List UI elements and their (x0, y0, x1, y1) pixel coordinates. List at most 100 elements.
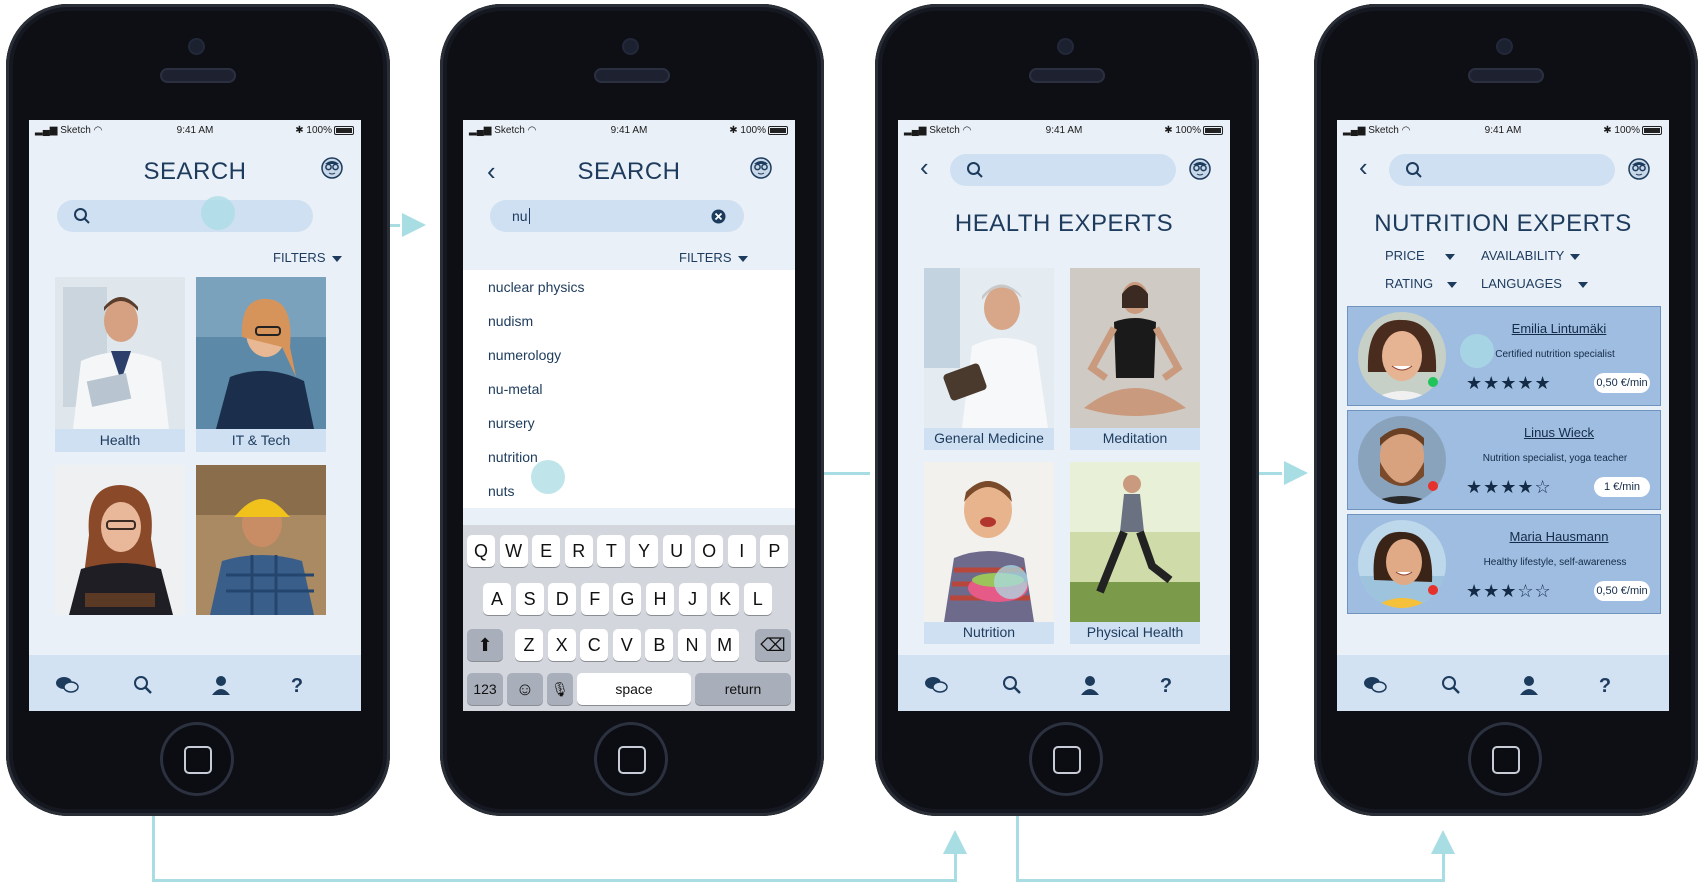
key-s[interactable]: S (515, 583, 544, 615)
suggestion-item[interactable]: nuclear physics (463, 270, 795, 305)
construction-worker-photo (196, 465, 326, 615)
return-key[interactable]: return (695, 673, 791, 705)
tab-help[interactable]: ? (1593, 673, 1617, 697)
numbers-key[interactable]: 123 (467, 673, 503, 705)
category-tile-nutrition[interactable]: Nutrition (924, 462, 1054, 644)
key-b[interactable]: B (645, 629, 674, 661)
expert-card[interactable]: Maria Hausmann Healthy lifestyle, self-a… (1347, 514, 1661, 614)
filters-button[interactable]: FILTERS (273, 250, 342, 265)
search-input[interactable]: nu (490, 200, 744, 232)
category-tile-construction[interactable] (196, 465, 326, 615)
home-button[interactable] (1029, 722, 1103, 796)
earpiece (594, 68, 670, 83)
emoji-key[interactable]: ☺ (507, 673, 543, 705)
search-icon (967, 162, 983, 178)
clear-icon[interactable] (711, 209, 726, 224)
suggestion-item[interactable]: nu-metal (463, 372, 795, 407)
search-icon (1406, 162, 1422, 178)
tab-help[interactable]: ? (1154, 673, 1178, 697)
earpiece (1468, 68, 1544, 83)
profile-avatar-icon[interactable] (321, 157, 343, 179)
profile-avatar-icon[interactable] (1628, 158, 1650, 180)
tab-search[interactable] (1000, 673, 1024, 697)
filter-price[interactable]: PRICE (1385, 248, 1455, 263)
key-z[interactable]: Z (515, 629, 543, 661)
expert-description: Healthy lifestyle, self-awareness (1483, 557, 1627, 568)
screen-nutrition-experts: ▂▄▆ Sketch ◠ 9:41 AM ✱ 100% ‹ NUTRITION … (1337, 120, 1669, 711)
price-badge: 1 €/min (1594, 477, 1650, 497)
category-tile-physical-health[interactable]: Physical Health (1070, 462, 1200, 644)
key-t[interactable]: T (597, 535, 626, 567)
search-input[interactable] (57, 200, 313, 232)
key-r[interactable]: R (564, 535, 593, 567)
phone-nutrition-experts: ▂▄▆ Sketch ◠ 9:41 AM ✱ 100% ‹ NUTRITION … (1314, 4, 1698, 816)
key-m[interactable]: M (710, 629, 739, 661)
key-p[interactable]: P (760, 535, 789, 567)
filter-rating[interactable]: RATING (1385, 276, 1458, 291)
expert-card[interactable]: Emilia Lintumäki Certified nutrition spe… (1347, 306, 1661, 406)
key-e[interactable]: E (532, 535, 561, 567)
category-tile-it-tech[interactable]: IT & Tech (196, 277, 326, 452)
search-input[interactable] (950, 154, 1176, 186)
suggestion-item[interactable]: numerology (463, 338, 795, 373)
mic-key[interactable]: 🎙 (547, 673, 573, 705)
key-o[interactable]: O (695, 535, 724, 567)
tab-help[interactable]: ? (285, 673, 309, 697)
back-chevron-icon[interactable]: ‹ (1359, 154, 1368, 180)
filter-availability[interactable]: AVAILABILITY (1481, 248, 1581, 263)
home-button[interactable] (1468, 722, 1542, 796)
tab-messages[interactable] (1363, 673, 1387, 697)
key-i[interactable]: I (727, 535, 756, 567)
filters-button[interactable]: FILTERS (679, 250, 748, 265)
home-button[interactable] (594, 722, 668, 796)
filter-languages[interactable]: LANGUAGES (1481, 276, 1588, 291)
category-tile-general-medicine[interactable]: General Medicine (924, 268, 1054, 450)
key-v[interactable]: V (612, 629, 641, 661)
suggestion-item[interactable]: nutrition (463, 440, 795, 475)
category-tile-health[interactable]: Health (55, 277, 185, 452)
category-tile-business[interactable] (55, 465, 185, 615)
tab-messages[interactable] (924, 673, 948, 697)
flow-line-4h (152, 879, 956, 882)
tab-messages[interactable] (55, 673, 79, 697)
tab-profile[interactable] (1078, 673, 1102, 697)
battery-icon (334, 125, 354, 135)
space-key[interactable]: space (577, 673, 691, 705)
key-y[interactable]: Y (630, 535, 658, 567)
back-chevron-icon[interactable]: ‹ (920, 154, 929, 180)
key-h[interactable]: H (646, 583, 674, 615)
home-button[interactable] (160, 722, 234, 796)
suggestion-item[interactable]: nudism (463, 304, 795, 339)
key-n[interactable]: N (678, 629, 706, 661)
tab-search[interactable] (131, 673, 155, 697)
category-tile-meditation[interactable]: Meditation (1070, 268, 1200, 450)
profile-avatar-icon[interactable] (1189, 158, 1211, 180)
key-d[interactable]: D (548, 583, 577, 615)
tab-profile[interactable] (1517, 673, 1541, 697)
expert-card[interactable]: Linus Wieck Nutrition specialist, yoga t… (1347, 410, 1661, 510)
profile-avatar-icon[interactable] (750, 157, 772, 179)
shift-key[interactable]: ⬆ (467, 629, 503, 661)
key-j[interactable]: J (678, 583, 707, 615)
key-k[interactable]: K (711, 583, 740, 615)
suggestion-item[interactable]: nursery (463, 406, 795, 441)
expert-name[interactable]: Emilia Lintumäki (1466, 321, 1652, 336)
key-u[interactable]: U (662, 535, 691, 567)
tab-search[interactable] (1439, 673, 1463, 697)
key-c[interactable]: C (580, 629, 609, 661)
search-input[interactable] (1389, 154, 1615, 186)
expert-name[interactable]: Linus Wieck (1466, 425, 1652, 440)
key-g[interactable]: G (613, 583, 642, 615)
key-q[interactable]: Q (467, 535, 495, 567)
key-a[interactable]: A (483, 583, 511, 615)
key-l[interactable]: L (743, 583, 772, 615)
key-f[interactable]: F (580, 583, 609, 615)
backspace-key[interactable]: ⌫ (755, 629, 791, 661)
key-x[interactable]: X (547, 629, 576, 661)
suggestion-item[interactable]: nuts (463, 474, 795, 508)
expert-name[interactable]: Maria Hausmann (1466, 529, 1652, 544)
rating-stars: ★★★★☆ (1466, 477, 1552, 497)
key-w[interactable]: W (499, 535, 528, 567)
tab-profile[interactable] (209, 673, 233, 697)
earpiece (160, 68, 236, 83)
